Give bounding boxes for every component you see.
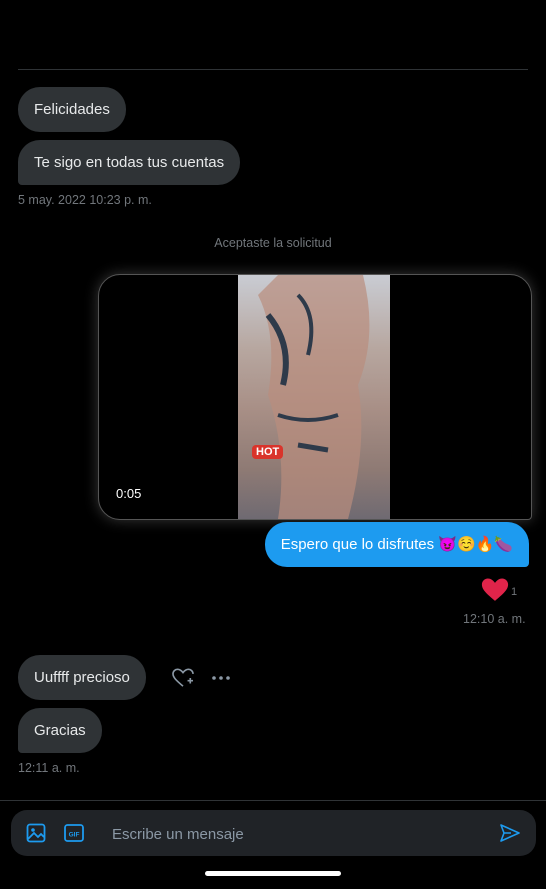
- message-text: Gracias: [34, 722, 86, 739]
- message-timestamp: 12:10 a. m.: [463, 612, 526, 626]
- conversation-divider: [18, 69, 528, 70]
- send-icon: [500, 824, 520, 842]
- video-duration: 0:05: [116, 486, 142, 501]
- message-text: Espero que lo disfrutes 😈☺️🔥🍆: [280, 536, 513, 553]
- send-button[interactable]: [499, 823, 521, 848]
- message-input[interactable]: [110, 810, 484, 858]
- message-text: Uuffff precioso: [34, 669, 130, 686]
- video-attachment[interactable]: HOT 0:05: [98, 274, 532, 520]
- home-indicator: [205, 871, 341, 876]
- message-text: Te sigo en todas tus cuentas: [34, 154, 225, 171]
- outgoing-message-bubble[interactable]: Espero que lo disfrutes 😈☺️🔥🍆: [264, 522, 529, 567]
- system-notice: Aceptaste la solicitud: [214, 236, 332, 250]
- message-bubble[interactable]: Uuffff precioso: [18, 655, 146, 700]
- message-bubble[interactable]: Te sigo en todas tus cuentas: [18, 140, 241, 185]
- video-overlay-text: HOT: [252, 445, 284, 459]
- heart-plus-icon: [172, 668, 194, 687]
- image-icon: [26, 823, 46, 843]
- more-options-button[interactable]: [210, 670, 232, 691]
- media-button[interactable]: [26, 823, 46, 848]
- gif-label: GIF: [69, 832, 80, 839]
- message-timestamp: 12:11 a. m.: [18, 761, 80, 775]
- message-composer: GIF: [11, 810, 536, 858]
- gif-icon: GIF: [64, 824, 84, 842]
- react-button[interactable]: [172, 668, 194, 693]
- message-bubble[interactable]: Gracias: [18, 708, 102, 753]
- message-timestamp: 5 may. 2022 10:23 p. m.: [18, 193, 152, 207]
- more-horizontal-icon: [212, 676, 230, 680]
- reaction-count: 1: [511, 586, 518, 598]
- message-bubble[interactable]: Felicidades: [18, 87, 126, 132]
- video-thumbnail: HOT: [238, 275, 390, 519]
- message-text: Felicidades: [34, 101, 110, 118]
- heart-icon: [481, 578, 509, 601]
- gif-button[interactable]: GIF: [64, 823, 84, 848]
